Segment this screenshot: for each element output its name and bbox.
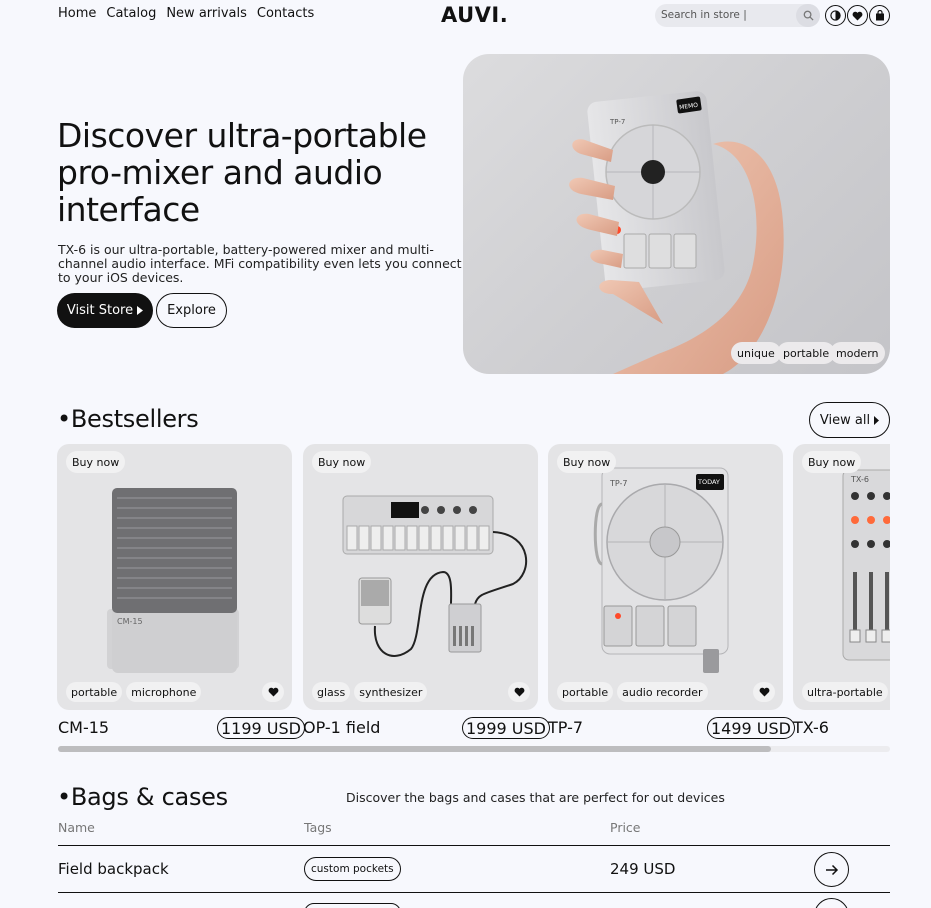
hero-image: MEMO TP-7 unique portable modern (463, 54, 890, 374)
product-name[interactable]: OP-1 field (303, 718, 380, 737)
tag[interactable]: ultra-portable (802, 682, 888, 702)
contrast-icon[interactable] (825, 5, 846, 26)
product-name[interactable]: TP-7 (548, 718, 583, 737)
search-icon[interactable] (796, 4, 820, 27)
product-card-op1-field[interactable]: Buy now glass synthesizer (303, 444, 538, 710)
product-tags: portable microphone (66, 682, 202, 702)
hero-tag-portable[interactable]: portable (777, 342, 836, 364)
product-card-cm15[interactable]: CM-15 Buy now portable microphone (57, 444, 292, 710)
caret-right-icon (137, 306, 144, 315)
tag[interactable]: portable (66, 682, 123, 702)
hero-tag-unique[interactable]: unique (731, 342, 781, 364)
search-placeholder: Search in store | (661, 9, 747, 21)
device-model-label: TP-7 (609, 118, 625, 126)
product-name[interactable]: TX-6 (793, 718, 829, 737)
hero-description: TX-6 is our ultra-portable, battery-powe… (58, 242, 462, 285)
buy-now-button[interactable]: Buy now (557, 451, 617, 473)
nav-link-catalog[interactable]: Catalog (106, 6, 156, 21)
cm15-image: CM-15 (107, 488, 239, 673)
column-header-name: Name (58, 820, 95, 835)
product-price: 1999 USD (462, 717, 550, 739)
product-price: 1499 USD (707, 717, 795, 739)
buy-now-button[interactable]: Buy now (802, 451, 862, 473)
product-name[interactable]: CM-15 (58, 718, 109, 737)
top-nav: Home Catalog New arrivals Contacts AUVI.… (0, 0, 931, 30)
explore-button[interactable]: Explore (156, 293, 227, 328)
bags-title: •Bags & cases (57, 783, 228, 811)
divider (58, 892, 890, 893)
product-tags: ultra-portable s (802, 682, 890, 702)
bag-icon[interactable] (869, 5, 890, 26)
column-header-price: Price (610, 820, 641, 835)
product-tags: portable audio recorder (557, 682, 708, 702)
product-card-tp7[interactable]: TODAY TP-7 Buy now portable audio record… (548, 444, 783, 710)
nav-links: Home Catalog New arrivals Contacts (58, 6, 314, 21)
visit-store-button[interactable]: Visit Store (57, 293, 153, 328)
hero-title: Discover ultra-portable pro-mixer and au… (57, 116, 427, 229)
tp7-image: TODAY TP-7 (593, 467, 729, 673)
favorite-heart-icon[interactable] (508, 682, 530, 702)
column-header-tags: Tags (304, 820, 332, 835)
cm15-device-label: CM-15 (117, 617, 143, 626)
bags-description: Discover the bags and cases that are per… (346, 790, 725, 805)
row-name: Field backpack (58, 860, 169, 878)
nav-link-home[interactable]: Home (58, 6, 96, 21)
row-tag[interactable] (304, 903, 401, 908)
tag[interactable]: glass (312, 682, 351, 702)
bestsellers-title: •Bestsellers (57, 405, 199, 433)
view-all-label: View all (819, 412, 871, 428)
op1-field-image (342, 495, 527, 657)
nav-link-contacts[interactable]: Contacts (257, 6, 314, 21)
heart-icon[interactable] (847, 5, 868, 26)
row-tag[interactable]: custom pockets (304, 857, 401, 881)
tx6-device-label: TX-6 (850, 475, 869, 484)
scrollbar-thumb[interactable] (58, 746, 771, 752)
nav-link-new-arrivals[interactable]: New arrivals (166, 6, 247, 21)
tx6-image: TX-6 (842, 469, 890, 661)
caret-right-icon (874, 415, 880, 425)
buy-now-button[interactable]: Buy now (66, 451, 126, 473)
tag[interactable]: synthesizer (354, 682, 428, 702)
favorite-heart-icon[interactable] (262, 682, 284, 702)
row-price: 249 USD (610, 860, 676, 878)
tp7-badge: TODAY (697, 478, 720, 486)
tag[interactable]: microphone (126, 682, 202, 702)
product-tags: glass synthesizer (312, 682, 428, 702)
arrow-right-icon[interactable] (814, 852, 849, 887)
tp7-device-label: TP-7 (609, 479, 628, 488)
buy-now-button[interactable]: Buy now (312, 451, 372, 473)
tag[interactable]: audio recorder (617, 682, 708, 702)
logo[interactable]: AUVI. (441, 3, 508, 27)
favorite-heart-icon[interactable] (753, 682, 775, 702)
view-all-button[interactable]: View all (809, 402, 890, 438)
product-card-tx6[interactable]: TX-6 Buy now ultra-portable s (793, 444, 890, 710)
product-card-clip: TX-6 Buy now ultra-portable s TX-6 (793, 444, 890, 744)
divider (58, 845, 890, 846)
carousel-scrollbar[interactable] (58, 746, 890, 752)
hero-tag-modern[interactable]: modern (830, 342, 885, 364)
arrow-right-icon[interactable] (814, 898, 849, 908)
visit-store-label: Visit Store (66, 303, 134, 318)
hand-holding-recorder-illustration: MEMO TP-7 (569, 91, 784, 374)
tag[interactable]: portable (557, 682, 614, 702)
product-price: 1199 USD (217, 717, 305, 739)
search-input[interactable]: Search in store | (655, 4, 820, 27)
